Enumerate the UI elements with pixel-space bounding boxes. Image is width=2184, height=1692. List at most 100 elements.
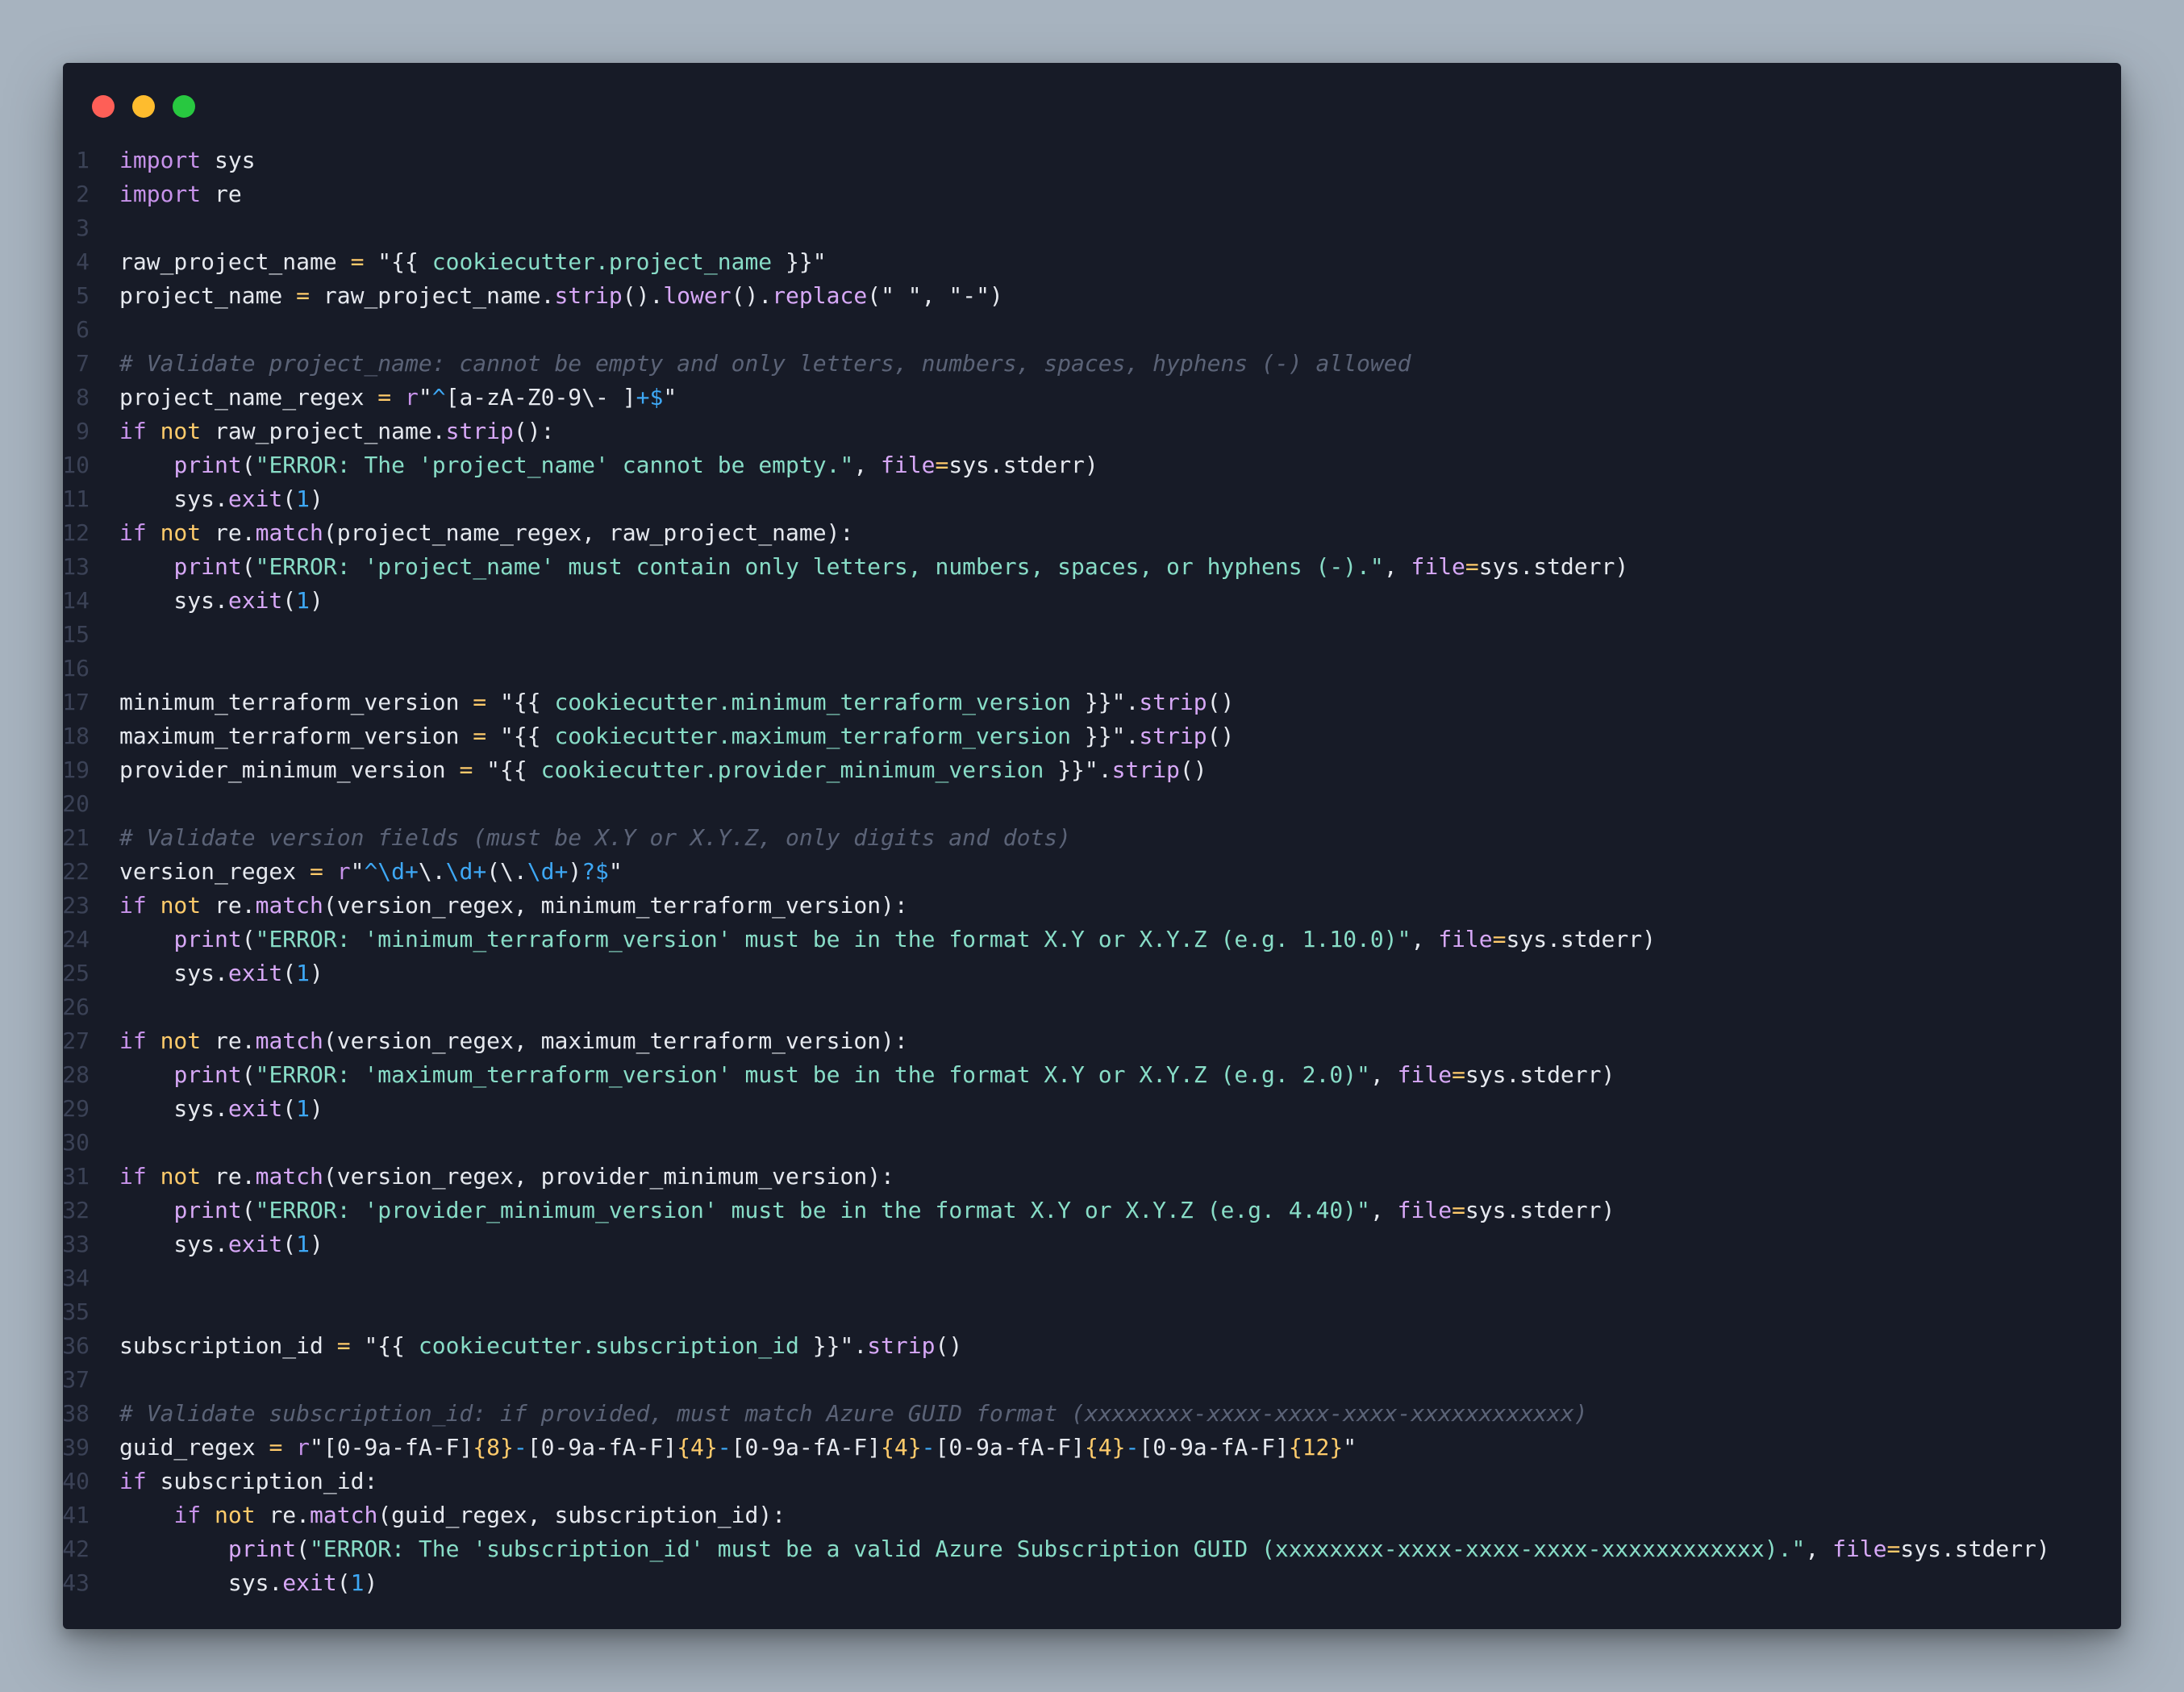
line-text: version_regex = r"^\d+\.\d+(\.\d+)?$": [119, 855, 623, 889]
line-number: 20: [62, 790, 90, 817]
code-line[interactable]: 29 sys.exit(1): [0, 1092, 2050, 1126]
code-editor[interactable]: 1 import sys 2 import re 3 4 raw_project_name …: [0, 144, 2050, 1600]
code-token: sys.: [119, 587, 228, 614]
code-line[interactable]: 36 subscription_id = "{{ cookiecutter.sub…: [0, 1329, 2050, 1363]
code-token: strip: [1139, 723, 1207, 749]
code-token: not: [160, 1163, 202, 1190]
line-number: 2: [76, 181, 90, 207]
line-number: 19: [62, 756, 90, 783]
code-line[interactable]: 39 guid_regex = r"[0-9a-fA-F]{8}-[0-9a-fA…: [0, 1431, 2050, 1465]
code-line[interactable]: 23 if not re.match(version_regex, minimum…: [0, 889, 2050, 923]
code-line[interactable]: 20: [0, 787, 2050, 821]
line-number: 7: [76, 350, 90, 377]
code-line[interactable]: 37: [0, 1363, 2050, 1397]
code-line[interactable]: 6: [0, 313, 2050, 347]
line-text: print("ERROR: 'project_name' must contai…: [119, 550, 1628, 584]
code-line[interactable]: 11 sys.exit(1): [0, 482, 2050, 516]
code-token: ,: [1369, 1197, 1398, 1223]
code-line[interactable]: 4 raw_project_name = "{{ cookiecutter.pro…: [0, 245, 2050, 279]
code-token: exit: [227, 1095, 283, 1122]
line-text: print("ERROR: 'minimum_terraform_version…: [119, 923, 1656, 956]
code-token: sys.stderr): [1900, 1536, 2050, 1562]
code-token: exit: [227, 486, 283, 512]
code-line[interactable]: 3: [0, 211, 2050, 245]
line-text: subscription_id = "{{ cookiecutter.subsc…: [119, 1329, 962, 1363]
code-line[interactable]: 10 print("ERROR: The 'project_name' cann…: [0, 448, 2050, 482]
code-token: lower: [663, 282, 731, 309]
code-line[interactable]: 25 sys.exit(1): [0, 956, 2050, 990]
code-line[interactable]: 2 import re: [0, 177, 2050, 211]
code-line[interactable]: 33 sys.exit(1): [0, 1227, 2050, 1261]
code-token: {8}: [473, 1434, 514, 1461]
line-number: 26: [62, 994, 90, 1020]
code-token: guid_regex: [119, 1434, 269, 1461]
code-line[interactable]: 41 if not re.match(guid_regex, subscript…: [0, 1498, 2050, 1532]
code-token: =: [1492, 926, 1507, 952]
code-token: strip: [867, 1332, 936, 1359]
code-line[interactable]: 22 version_regex = r"^\d+\.\d+(\.\d+)?$": [0, 855, 2050, 889]
code-line[interactable]: 17 minimum_terraform_version = "{{ cookie…: [0, 686, 2050, 719]
code-token: file: [1832, 1536, 1887, 1562]
code-line[interactable]: 35: [0, 1295, 2050, 1329]
code-token: match: [255, 1163, 323, 1190]
code-token: \.: [418, 858, 446, 885]
code-token: [0-9a-fA-F]: [935, 1434, 1085, 1461]
code-line[interactable]: 15: [0, 618, 2050, 652]
code-token: "[0-9a-fA-F]: [310, 1434, 473, 1461]
code-token: cookiecutter.minimum_terraform_version: [540, 689, 1085, 715]
code-line[interactable]: 13 print("ERROR: 'project_name' must con…: [0, 550, 2050, 584]
code-token: ?$: [581, 858, 609, 885]
code-line[interactable]: 40 if subscription_id:: [0, 1465, 2050, 1498]
code-token: (: [241, 452, 256, 478]
code-line[interactable]: 5 project_name = raw_project_name.strip()…: [0, 279, 2050, 313]
code-token: [0-9a-fA-F]: [731, 1434, 882, 1461]
code-line[interactable]: 34: [0, 1261, 2050, 1295]
line-text: # Validate subscription_id: if provided,…: [119, 1397, 1588, 1431]
code-line[interactable]: 43 sys.exit(1): [0, 1566, 2050, 1600]
close-window-button[interactable]: [92, 95, 115, 118]
code-token: sys.stderr): [1465, 1197, 1615, 1223]
code-token: maximum_terraform_version: [119, 723, 473, 749]
code-line[interactable]: 27 if not re.match(version_regex, maximum…: [0, 1024, 2050, 1058]
code-line[interactable]: 9 if not raw_project_name.strip():: [0, 415, 2050, 448]
line-number: 9: [76, 418, 90, 444]
code-line[interactable]: 7 # Validate project_name: cannot be empt…: [0, 347, 2050, 381]
code-line[interactable]: 18 maximum_terraform_version = "{{ cookie…: [0, 719, 2050, 753]
code-token: "ERROR: 'provider_minimum_version' must …: [255, 1197, 1370, 1223]
code-line[interactable]: 12 if not re.match(project_name_regex, ra…: [0, 516, 2050, 550]
code-token: if: [119, 519, 147, 546]
line-number: 31: [62, 1163, 90, 1190]
line-number: 1: [76, 147, 90, 173]
minimize-window-button[interactable]: [132, 95, 155, 118]
code-line[interactable]: 42 print("ERROR: The 'subscription_id' m…: [0, 1532, 2050, 1566]
code-line[interactable]: 31 if not re.match(version_regex, provide…: [0, 1160, 2050, 1194]
code-token: print: [173, 1061, 242, 1088]
code-line[interactable]: 30: [0, 1126, 2050, 1160]
code-token: (\.: [486, 858, 527, 885]
code-token: (: [296, 1536, 311, 1562]
code-line[interactable]: 8 project_name_regex = r"^[a-zA-Z0-9\- ]+…: [0, 381, 2050, 415]
line-number: 21: [62, 824, 90, 851]
code-token: project_name: [119, 282, 297, 309]
line-text: maximum_terraform_version = "{{ cookiecu…: [119, 719, 1234, 753]
line-number: 3: [76, 215, 90, 241]
maximize-window-button[interactable]: [173, 95, 195, 118]
code-line[interactable]: 28 print("ERROR: 'maximum_terraform_vers…: [0, 1058, 2050, 1092]
code-line[interactable]: 24 print("ERROR: 'minimum_terraform_vers…: [0, 923, 2050, 956]
line-text: guid_regex = r"[0-9a-fA-F]{8}-[0-9a-fA-F…: [119, 1431, 1357, 1465]
code-line[interactable]: 32 print("ERROR: 'provider_minimum_versi…: [0, 1194, 2050, 1227]
code-line[interactable]: 21 # Validate version fields (must be X.Y…: [0, 821, 2050, 855]
code-line[interactable]: 14 sys.exit(1): [0, 584, 2050, 618]
code-line[interactable]: 16: [0, 652, 2050, 686]
code-line[interactable]: 1 import sys: [0, 144, 2050, 177]
code-token: \d+: [445, 858, 487, 885]
code-line[interactable]: 19 provider_minimum_version = "{{ cookiec…: [0, 753, 2050, 787]
code-token: (guid_regex, subscription_id):: [377, 1502, 786, 1528]
code-token: (: [282, 960, 297, 986]
code-line[interactable]: 38 # Validate subscription_id: if provide…: [0, 1397, 2050, 1431]
code-line[interactable]: 26: [0, 990, 2050, 1024]
